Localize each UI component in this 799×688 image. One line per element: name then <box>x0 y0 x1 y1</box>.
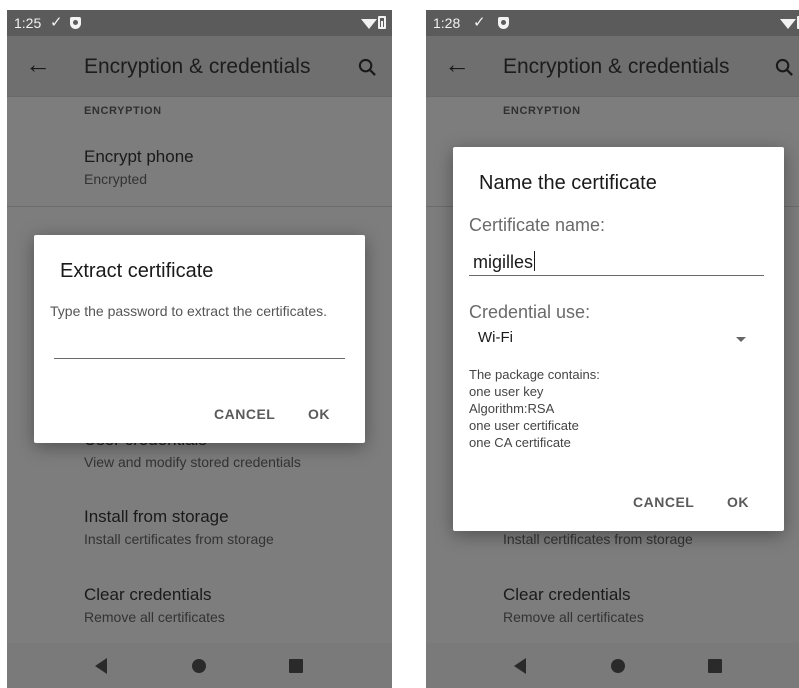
credential-use-dropdown[interactable]: Wi-Fi <box>478 329 748 351</box>
package-line: one user certificate <box>469 418 579 433</box>
list-item-subtitle: Encrypted <box>84 171 148 187</box>
name-certificate-dialog: Name the certificate Certificate name: m… <box>453 147 784 531</box>
extract-certificate-dialog: Extract certificate Type the password to… <box>34 235 365 443</box>
shield-icon <box>70 17 81 29</box>
cancel-button[interactable]: CANCEL <box>214 406 275 422</box>
nav-home-icon[interactable] <box>192 659 206 673</box>
check-icon: ✓ <box>50 14 63 31</box>
list-item-subtitle: Remove all certificates <box>84 609 225 625</box>
cancel-button[interactable]: CANCEL <box>633 494 694 510</box>
left-phone-screen: 1:25 ✓ ← Encryption & credentials ENCRYP… <box>7 10 392 688</box>
section-header-encryption: ENCRYPTION <box>503 105 581 117</box>
list-item-title: Encrypt phone <box>84 147 194 166</box>
package-contents: The package contains: one user key Algor… <box>469 366 600 451</box>
ok-button[interactable]: OK <box>308 406 330 422</box>
nav-recents-icon[interactable] <box>708 659 722 673</box>
dialog-title: Extract certificate <box>60 260 214 282</box>
nav-recents-icon[interactable] <box>289 659 303 673</box>
package-line: The package contains: <box>469 367 600 382</box>
list-item-subtitle: Install certificates from storage <box>84 531 274 547</box>
status-time: 1:28 <box>433 15 461 31</box>
status-bar: 1:25 ✓ <box>7 10 392 36</box>
certificate-name-input[interactable]: migilles <box>469 248 764 276</box>
status-time: 1:25 <box>14 15 42 31</box>
nav-back-icon[interactable] <box>95 658 107 674</box>
package-line: Algorithm:RSA <box>469 401 555 416</box>
search-icon[interactable] <box>775 58 794 77</box>
page-title: Encryption & credentials <box>84 55 311 78</box>
package-line: one user key <box>469 384 544 399</box>
list-item-subtitle: Remove all certificates <box>503 609 644 625</box>
navigation-bar <box>426 643 799 688</box>
package-line: one CA certificate <box>469 435 571 450</box>
certificate-name-value: migilles <box>473 252 534 272</box>
app-bar: ← Encryption & credentials <box>7 36 392 97</box>
divider <box>7 206 392 207</box>
right-phone-screen: 1:28 ✓ ← Encryption & credentials ENCRYP… <box>426 10 799 688</box>
credential-use-selected: Wi-Fi <box>478 329 513 346</box>
list-item-title: Install from storage <box>84 507 229 526</box>
certificate-name-label: Certificate name: <box>469 215 606 235</box>
wifi-icon <box>361 19 377 29</box>
text-cursor <box>534 251 536 271</box>
shield-icon <box>498 17 509 29</box>
app-bar: ← Encryption & credentials <box>426 36 799 97</box>
wifi-icon <box>780 19 796 29</box>
section-header-encryption: ENCRYPTION <box>84 105 162 117</box>
nav-home-icon[interactable] <box>611 659 625 673</box>
list-item-title: Clear credentials <box>503 585 631 604</box>
dropdown-arrow-icon <box>736 337 746 342</box>
search-icon[interactable] <box>358 58 377 77</box>
dialog-message: Type the password to extract the certifi… <box>50 303 328 319</box>
list-item-subtitle: View and modify stored credentials <box>84 454 301 470</box>
page-title: Encryption & credentials <box>503 55 730 78</box>
ok-button[interactable]: OK <box>727 494 749 510</box>
battery-icon <box>378 16 386 29</box>
back-arrow-icon[interactable]: ← <box>25 50 51 78</box>
check-icon: ✓ <box>473 14 486 31</box>
list-item-title: Clear credentials <box>84 585 212 604</box>
status-bar: 1:28 ✓ <box>426 10 799 36</box>
nav-back-icon[interactable] <box>514 658 526 674</box>
list-item-subtitle: Install certificates from storage <box>503 531 693 547</box>
navigation-bar <box>7 643 392 688</box>
password-input[interactable] <box>54 331 345 359</box>
dialog-title: Name the certificate <box>479 172 657 194</box>
credential-use-label: Credential use: <box>469 302 591 322</box>
back-arrow-icon[interactable]: ← <box>444 50 470 78</box>
